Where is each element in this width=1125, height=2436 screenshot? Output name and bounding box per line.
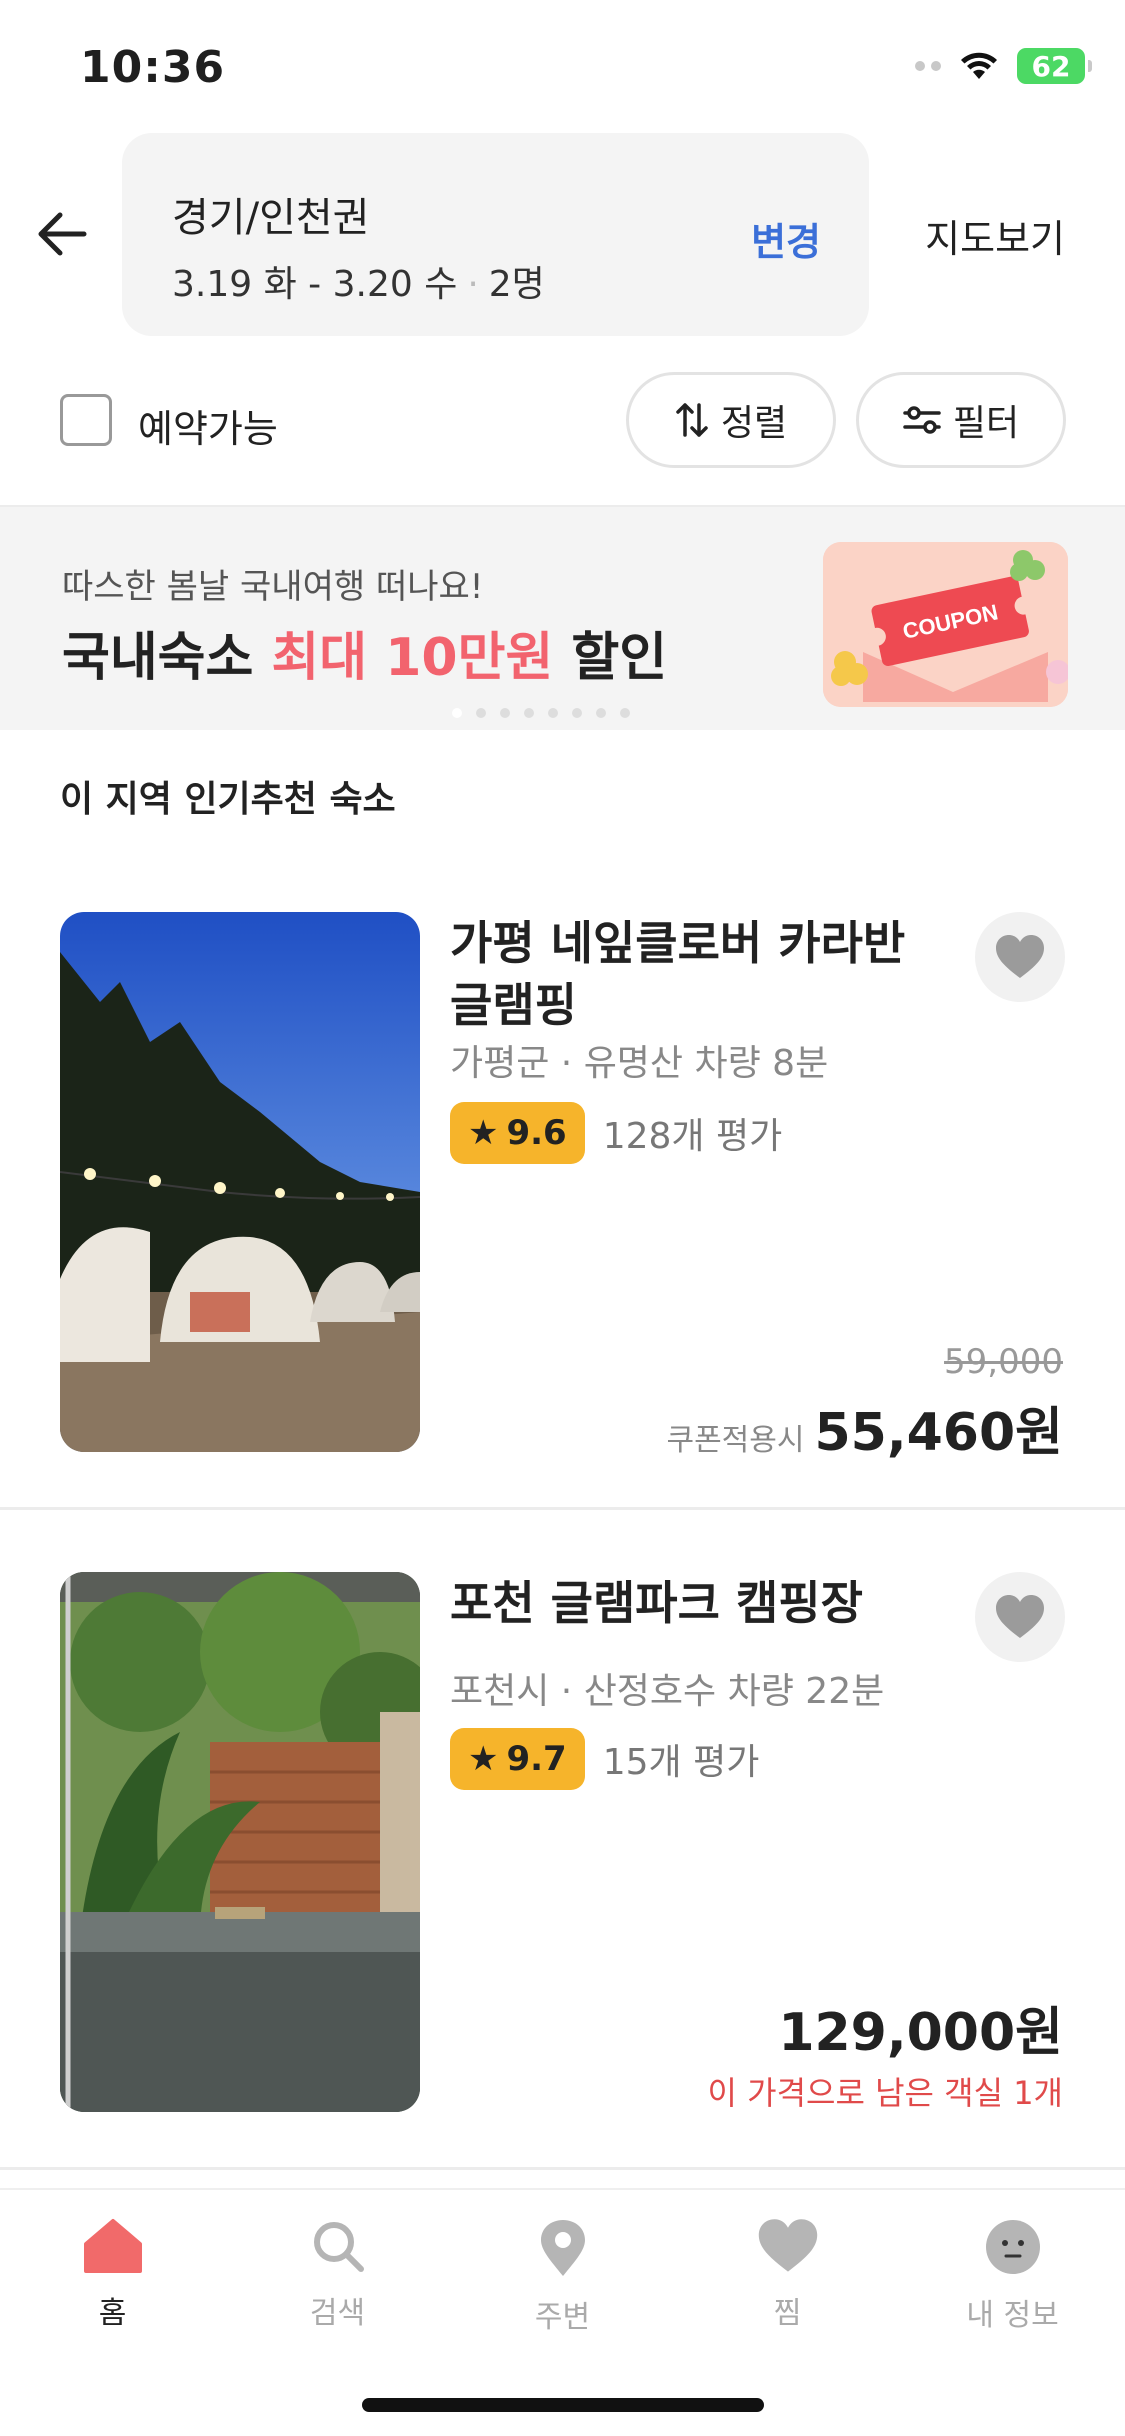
- filter-label: 필터: [952, 403, 1020, 444]
- wishlist-button[interactable]: [975, 1572, 1065, 1662]
- review-count: 128개 평가: [602, 1116, 783, 1157]
- heart-icon: [996, 935, 1044, 978]
- heart-icon: [758, 2219, 817, 2272]
- section-title: 이 지역 인기추천 숙소: [60, 779, 396, 820]
- filter-sliders-icon: [903, 406, 941, 434]
- region-label: 경기/인천권: [172, 195, 370, 241]
- original-price: 59,000: [944, 1342, 1063, 1382]
- available-label[interactable]: 예약가능: [138, 398, 278, 453]
- date-guest-summary: 3.19 화 - 3.20 수 · 2명: [172, 255, 545, 307]
- filter-row: 예약가능 정렬 필터: [0, 370, 1125, 470]
- arrow-left-icon: [38, 212, 87, 256]
- remaining-rooms-notice: 이 가격으로 남은 객실 1개: [707, 2074, 1063, 2112]
- rating-score: 9.7: [506, 1739, 567, 1779]
- back-button[interactable]: [30, 202, 94, 266]
- wishlist-button[interactable]: [975, 912, 1065, 1002]
- heart-icon: [996, 1595, 1044, 1638]
- star-icon: ★: [468, 1113, 499, 1153]
- listing-name[interactable]: 가평 네잎클로버 카라반 글램핑: [450, 912, 920, 1036]
- tab-home[interactable]: 홈: [0, 2218, 225, 2332]
- banner-pager: [0, 708, 1125, 718]
- rating-row: ★ 9.7 15개 평가: [450, 1728, 759, 1790]
- coupon-illustration: COUPON: [823, 542, 1068, 707]
- home-icon: [83, 2219, 142, 2273]
- star-icon: ★: [468, 1739, 499, 1779]
- price-label: 쿠폰적용시: [666, 1423, 805, 1458]
- home-indicator: [362, 2398, 764, 2412]
- listing-name[interactable]: 포천 글램파크 캠핑장: [450, 1572, 920, 1634]
- pager-dot[interactable]: [524, 708, 534, 718]
- change-button[interactable]: 변경: [751, 211, 821, 266]
- sort-arrows-icon: [676, 403, 708, 437]
- pager-dot[interactable]: [452, 708, 462, 718]
- price-row: 129,000원: [778, 1990, 1063, 2065]
- pager-dot[interactable]: [596, 708, 606, 718]
- date-range: 3.19 화 - 3.20 수: [172, 264, 458, 305]
- battery-icon: 62: [1017, 48, 1092, 84]
- search-header: 경기/인천권 3.19 화 - 3.20 수 · 2명 변경 지도보기: [0, 130, 1125, 340]
- wifi-icon: [961, 52, 997, 79]
- status-time: 10:36: [80, 42, 226, 93]
- tab-nearby-label: 주변: [534, 2300, 591, 2335]
- tab-wishlist-label: 찜: [773, 2296, 802, 2331]
- listing-location: 가평군 · 유명산 차량 8분: [450, 1043, 829, 1084]
- search-icon: [313, 2222, 364, 2272]
- pager-dot[interactable]: [500, 708, 510, 718]
- profile-icon: [985, 2220, 1040, 2274]
- banner-title-post: 할인: [553, 628, 668, 688]
- tab-search-label: 검색: [309, 2296, 366, 2331]
- location-pin-icon: [540, 2220, 585, 2276]
- sort-button[interactable]: 정렬: [626, 372, 836, 468]
- battery-level: 62: [1031, 49, 1071, 83]
- status-bar: 10:36 62: [0, 0, 1125, 130]
- listing-photo: [60, 912, 420, 1452]
- rating-badge: ★ 9.7: [450, 1728, 585, 1790]
- separator-dot: ·: [467, 264, 479, 305]
- listing-price: 55,460원: [814, 1403, 1063, 1463]
- pager-dot[interactable]: [572, 708, 582, 718]
- tab-search[interactable]: 검색: [225, 2218, 450, 2332]
- map-view-button[interactable]: 지도보기: [925, 208, 1065, 263]
- coupon-graphic: COUPON: [823, 542, 1068, 707]
- banner-title-pre: 국내숙소: [62, 628, 272, 688]
- guest-count: 2명: [488, 264, 545, 305]
- status-indicators: 62: [915, 48, 1092, 84]
- promo-banner[interactable]: 따스한 봄날 국내여행 떠나요! 국내숙소 최대 10만원 할인 COUPON: [0, 505, 1125, 730]
- tab-home-label: 홈: [98, 2296, 127, 2331]
- search-summary-box[interactable]: 경기/인천권 3.19 화 - 3.20 수 · 2명 변경: [122, 133, 869, 336]
- tab-nearby[interactable]: 주변: [450, 2218, 675, 2336]
- price-row: 쿠폰적용시 55,460원: [666, 1390, 1063, 1465]
- banner-subtitle: 따스한 봄날 국내여행 떠나요!: [62, 567, 484, 607]
- rating-badge: ★ 9.6: [450, 1102, 585, 1164]
- pager-dot[interactable]: [476, 708, 486, 718]
- sort-label: 정렬: [720, 403, 788, 444]
- listing-location: 포천시 · 산정호수 차량 22분: [450, 1671, 885, 1712]
- tab-profile-label: 내 정보: [966, 2298, 1059, 2333]
- filter-button[interactable]: 필터: [856, 372, 1066, 468]
- listing-card[interactable]: 가평 네잎클로버 카라반 글램핑 가평군 · 유명산 차량 8분 ★ 9.6 1…: [0, 912, 1125, 1510]
- pager-dot[interactable]: [548, 708, 558, 718]
- tab-profile[interactable]: 내 정보: [900, 2218, 1125, 2334]
- signal-icon: [915, 61, 941, 71]
- banner-title-highlight: 최대 10만원: [271, 628, 554, 688]
- listing-card[interactable]: 포천 글램파크 캠핑장 포천시 · 산정호수 차량 22분 ★ 9.7 15개 …: [0, 1572, 1125, 2170]
- tab-wishlist[interactable]: 찜: [675, 2218, 900, 2332]
- banner-title: 국내숙소 최대 10만원 할인: [62, 615, 667, 690]
- pager-dot[interactable]: [620, 708, 630, 718]
- review-count: 15개 평가: [602, 1742, 760, 1783]
- rating-row: ★ 9.6 128개 평가: [450, 1102, 782, 1164]
- bathtub-garden-image: [60, 1572, 420, 2112]
- glamping-tents-image: [60, 912, 420, 1452]
- listing-photo: [60, 1572, 420, 2112]
- listing-price: 129,000원: [778, 2003, 1063, 2063]
- rating-score: 9.6: [506, 1113, 567, 1153]
- available-checkbox[interactable]: [60, 394, 112, 446]
